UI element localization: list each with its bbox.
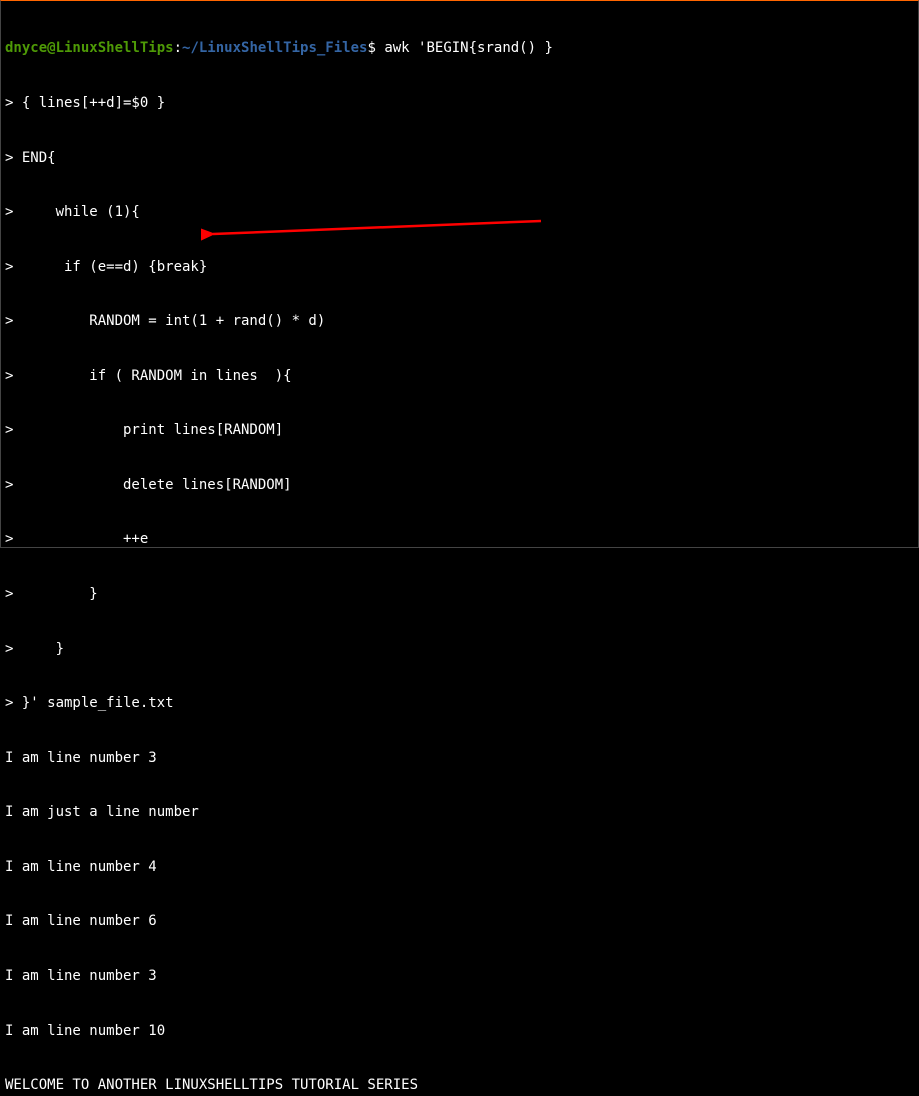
command-line-1: dnyce@LinuxShellTips:~/LinuxShellTips_Fi… [5, 39, 914, 57]
output-line: I am line number 4 [5, 858, 914, 876]
command-continuation: > RANDOM = int(1 + rand() * d) [5, 312, 914, 330]
command-continuation: > delete lines[RANDOM] [5, 476, 914, 494]
terminal-window[interactable]: dnyce@LinuxShellTips:~/LinuxShellTips_Fi… [1, 1, 918, 1096]
output-line: I am line number 6 [5, 912, 914, 930]
command-continuation: > ++e [5, 530, 914, 548]
prompt-colon: : [174, 40, 182, 56]
command-continuation: > print lines[RANDOM] [5, 421, 914, 439]
output-line: I am line number 3 [5, 749, 914, 767]
command-continuation: > END{ [5, 149, 914, 167]
output-line: I am just a line number [5, 803, 914, 821]
prompt-dollar: $ [367, 40, 375, 56]
command-continuation: > } [5, 585, 914, 603]
output-line: WELCOME TO ANOTHER LINUXSHELLTIPS TUTORI… [5, 1076, 914, 1094]
prompt-path: ~/LinuxShellTips_Files [182, 40, 367, 56]
command-continuation: > while (1){ [5, 203, 914, 221]
command-continuation: > }' sample_file.txt [5, 694, 914, 712]
command-continuation: > if ( RANDOM in lines ){ [5, 367, 914, 385]
command-continuation: > } [5, 640, 914, 658]
command-continuation: > { lines[++d]=$0 } [5, 94, 914, 112]
command-text: awk 'BEGIN{srand() } [376, 40, 553, 56]
output-line: I am line number 3 [5, 967, 914, 985]
output-line: I am line number 10 [5, 1022, 914, 1040]
command-continuation: > if (e==d) {break} [5, 258, 914, 276]
prompt-user: dnyce@LinuxShellTips [5, 40, 174, 56]
